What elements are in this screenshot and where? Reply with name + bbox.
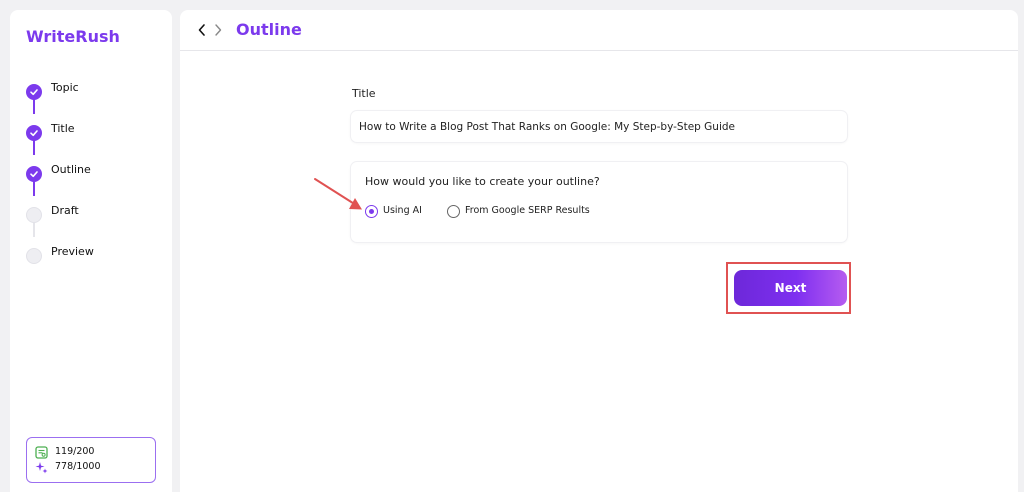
title-label: Title	[352, 87, 376, 100]
ai-credits-value: 778/1000	[55, 461, 101, 472]
next-button[interactable]: Next	[734, 270, 847, 306]
step-label: Draft	[51, 204, 79, 217]
document-scan-icon	[35, 446, 48, 459]
empty-circle-icon	[26, 248, 42, 264]
title-input[interactable]	[351, 111, 847, 142]
empty-circle-icon	[26, 207, 42, 223]
page-title: Outline	[236, 20, 302, 39]
sidebar: WriteRush Topic Title Outline Draft Prev…	[10, 10, 172, 492]
check-icon	[26, 84, 42, 100]
word-credits-value: 119/200	[55, 446, 95, 457]
app-logo: WriteRush	[26, 27, 120, 46]
outline-question: How would you like to create your outlin…	[365, 175, 600, 188]
radio-checked[interactable]	[365, 205, 378, 218]
chevron-right-icon[interactable]	[212, 22, 224, 38]
option-label: Using AI	[383, 205, 422, 216]
check-icon	[26, 125, 42, 141]
step-label: Title	[51, 122, 75, 135]
main-panel: Outline Title How would you like to crea…	[180, 10, 1018, 492]
step-label: Preview	[51, 245, 94, 258]
annotation-arrow-icon	[314, 178, 362, 210]
radio-unchecked[interactable]	[447, 205, 460, 218]
step-label: Outline	[51, 163, 91, 176]
option-label: From Google SERP Results	[465, 205, 590, 216]
credits-box: 119/200 778/1000	[26, 437, 156, 483]
header-bar: Outline	[180, 10, 1018, 51]
outline-method-card: How would you like to create your outlin…	[351, 162, 847, 242]
chevron-left-icon[interactable]	[196, 22, 208, 38]
step-label: Topic	[51, 81, 79, 94]
check-icon	[26, 166, 42, 182]
sparkle-icon	[35, 462, 48, 474]
